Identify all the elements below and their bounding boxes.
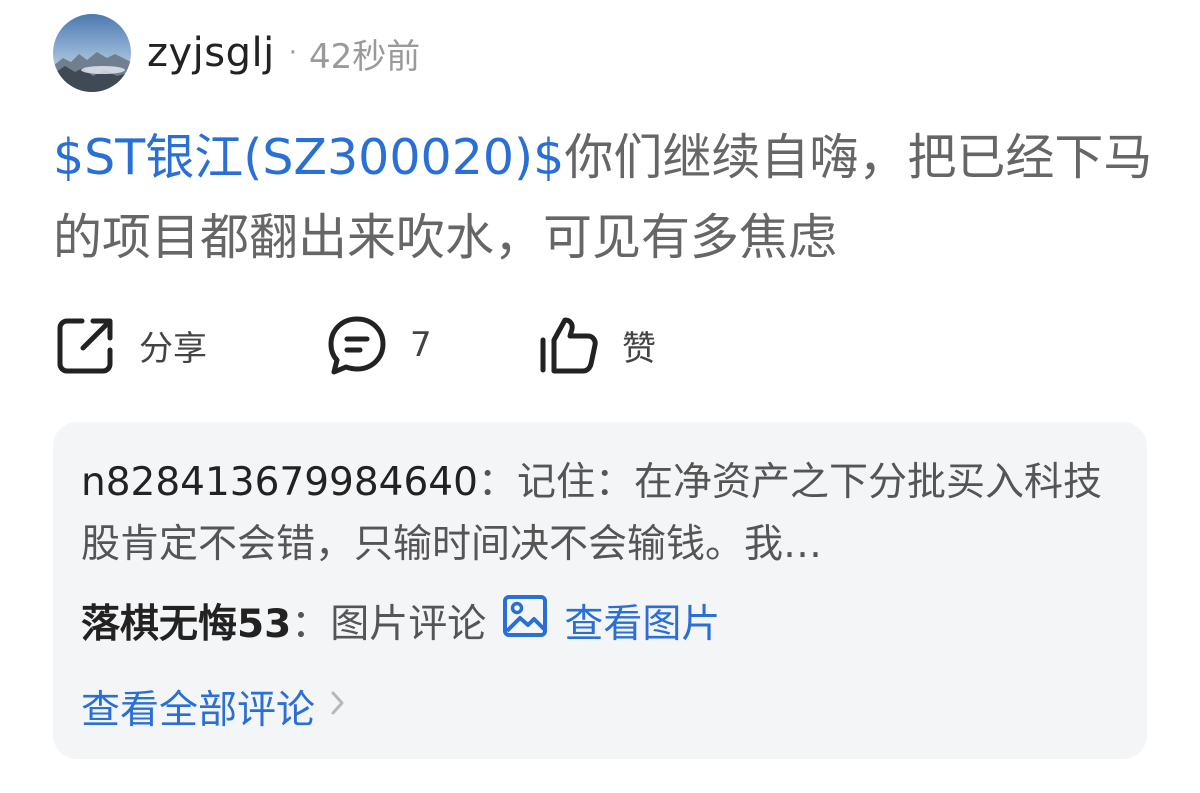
comment-button[interactable]: 7 <box>326 312 432 378</box>
comment-item[interactable]: 落棋无悔53 ： 图片评论 查看图片 <box>81 590 720 652</box>
post-card: zyjsglj · 42秒前 $ST银江(SZ300020)$你们继续自嗨，把已… <box>0 0 1200 793</box>
view-all-comments-link[interactable]: 查看全部评论 <box>81 677 347 737</box>
share-icon <box>55 314 117 376</box>
post-time: 42秒前 <box>309 36 421 77</box>
comments-preview: n828413679984640：记住：在净资产之下分批买入科技股肯定不会错，只… <box>53 422 1147 759</box>
comment-bubble-icon <box>326 314 388 376</box>
stock-tag-link[interactable]: $ST银江(SZ300020)$ <box>53 129 564 186</box>
post-content: $ST银江(SZ300020)$你们继续自嗨，把已经下马的项目都翻出来吹水，可见… <box>53 118 1153 278</box>
comment-text: 图片评论 <box>330 602 487 647</box>
chevron-right-icon <box>329 688 347 726</box>
comment-item[interactable]: n828413679984640：记住：在净资产之下分批买入科技股肯定不会错，只… <box>81 452 1121 576</box>
share-button[interactable]: 分享 <box>55 312 207 378</box>
like-button[interactable]: 赞 <box>538 312 656 378</box>
share-label: 分享 <box>139 328 207 369</box>
comment-author[interactable]: 落棋无悔53 <box>81 593 291 649</box>
comment-separator: ： <box>477 460 517 505</box>
view-image-link[interactable]: 查看图片 <box>502 593 720 649</box>
post-header: zyjsglj · 42秒前 <box>53 14 420 92</box>
view-all-comments-label: 查看全部评论 <box>81 688 316 733</box>
avatar[interactable] <box>53 14 131 92</box>
avatar-image <box>53 14 131 92</box>
like-label: 赞 <box>622 328 656 369</box>
view-image-label: 查看图片 <box>564 602 721 647</box>
comment-author[interactable]: n828413679984640 <box>81 460 478 505</box>
author-name[interactable]: zyjsglj <box>147 30 275 76</box>
action-bar: 分享 7 赞 <box>55 312 755 378</box>
thumbs-up-icon <box>538 314 600 376</box>
image-icon <box>502 593 564 649</box>
comment-count: 7 <box>410 325 432 365</box>
comment-separator: ： <box>291 602 331 647</box>
meta-separator: · <box>288 38 298 68</box>
